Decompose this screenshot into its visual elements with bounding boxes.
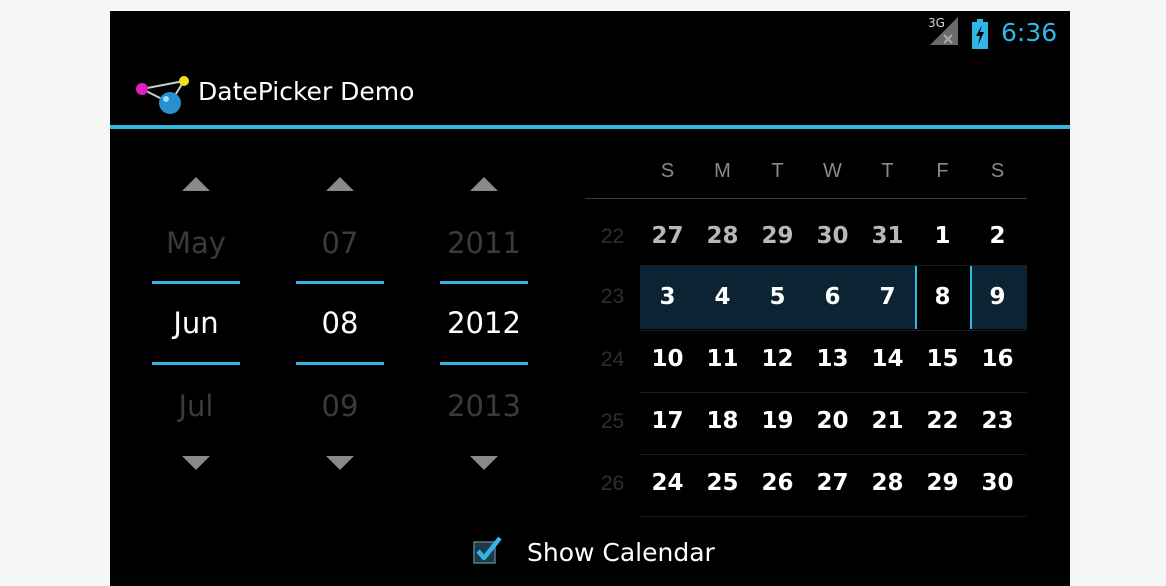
day-cell[interactable]: 20 <box>805 408 860 434</box>
day-cell[interactable]: 12 <box>750 346 805 372</box>
month-selection-divider-top <box>152 281 240 284</box>
day-cell[interactable]: 2 <box>970 223 1025 249</box>
year-selection-divider-bottom <box>440 362 528 365</box>
day-cell[interactable]: 3 <box>640 284 695 310</box>
clock: 6:36 <box>1001 18 1058 47</box>
month-increment-arrow-icon[interactable] <box>182 177 210 191</box>
day-cell[interactable]: 4 <box>695 284 750 310</box>
day-cell[interactable]: 27 <box>805 470 860 496</box>
weekday-header: S M T W T F S <box>640 148 1027 196</box>
battery-charging-icon <box>972 19 988 49</box>
day-cell[interactable]: 28 <box>860 470 915 496</box>
weekday-label: T <box>881 160 894 182</box>
day-cell[interactable]: 25 <box>695 470 750 496</box>
year-decrement-arrow-icon[interactable] <box>470 456 498 470</box>
weekday-label: S <box>990 160 1005 182</box>
day-cell[interactable]: 28 <box>695 223 750 249</box>
month-current-value[interactable]: Jun <box>152 306 240 340</box>
checkbox-checked-icon[interactable] <box>472 535 502 565</box>
day-previous-value[interactable]: 07 <box>296 226 384 260</box>
day-cell[interactable]: 31 <box>860 223 915 249</box>
year-next-value[interactable]: 2013 <box>440 389 528 423</box>
day-cell[interactable]: 21 <box>860 408 915 434</box>
day-cell[interactable]: 26 <box>750 470 805 496</box>
month-selection-divider-bottom <box>152 362 240 365</box>
day-cell[interactable]: 24 <box>640 470 695 496</box>
day-cell[interactable]: 17 <box>640 408 695 434</box>
weekday-label: T <box>771 160 784 182</box>
app-molecule-icon <box>136 76 189 114</box>
day-cell-selected[interactable]: 8 <box>915 284 970 310</box>
week-row-divider <box>640 454 1027 455</box>
month-previous-value[interactable]: May <box>152 226 240 260</box>
day-decrement-arrow-icon[interactable] <box>326 456 354 470</box>
day-increment-arrow-icon[interactable] <box>326 177 354 191</box>
year-selection-divider-top <box>440 281 528 284</box>
week-number: 24 <box>600 348 625 371</box>
day-cell[interactable]: 6 <box>805 284 860 310</box>
day-cell[interactable]: 5 <box>750 284 805 310</box>
day-cell[interactable]: 18 <box>695 408 750 434</box>
week-row-divider <box>640 330 1027 331</box>
day-cell[interactable]: 15 <box>915 346 970 372</box>
day-cell[interactable]: 16 <box>970 346 1025 372</box>
weekday-header-divider <box>585 198 1027 199</box>
day-cell[interactable]: 10 <box>640 346 695 372</box>
day-current-value[interactable]: 08 <box>296 306 384 340</box>
status-bar: 3G 6:36 <box>110 11 1070 57</box>
month-decrement-arrow-icon[interactable] <box>182 456 210 470</box>
day-cell[interactable]: 22 <box>915 408 970 434</box>
action-bar-divider <box>110 125 1070 129</box>
action-bar: DatePicker Demo <box>110 57 1070 125</box>
app-title: DatePicker Demo <box>198 77 415 106</box>
year-previous-value[interactable]: 2011 <box>440 226 528 260</box>
week-number: 26 <box>600 472 625 495</box>
day-cell[interactable]: 23 <box>970 408 1025 434</box>
day-spinner[interactable]: 07 08 09 <box>296 161 384 481</box>
month-spinner[interactable]: May Jun Jul <box>152 161 240 481</box>
day-cell[interactable]: 1 <box>915 223 970 249</box>
week-row-divider <box>640 265 1027 266</box>
year-increment-arrow-icon[interactable] <box>470 177 498 191</box>
week-number: 25 <box>600 410 625 433</box>
device-screen: 3G 6:36 DatePicker Demo May Jun Jul 07 0… <box>110 11 1070 586</box>
day-cell[interactable]: 13 <box>805 346 860 372</box>
week-number: 22 <box>600 225 625 248</box>
day-cell[interactable]: 14 <box>860 346 915 372</box>
day-cell[interactable]: 27 <box>640 223 695 249</box>
day-selection-divider-top <box>296 281 384 284</box>
week-number: 23 <box>600 285 625 308</box>
day-cell[interactable]: 7 <box>860 284 915 310</box>
show-calendar-label[interactable]: Show Calendar <box>527 538 715 567</box>
day-next-value[interactable]: 09 <box>296 389 384 423</box>
weekday-label: S <box>660 160 675 182</box>
day-cell[interactable]: 29 <box>915 470 970 496</box>
show-calendar-checkbox[interactable]: Show Calendar <box>472 532 772 572</box>
weekday-label: W <box>823 160 842 182</box>
network-type-label: 3G <box>928 16 945 30</box>
day-cell[interactable]: 9 <box>970 284 1025 310</box>
calendar-view[interactable]: S M T W T F S 22 27 28 29 30 31 1 2 23 3… <box>585 148 1027 520</box>
day-cell[interactable]: 29 <box>750 223 805 249</box>
day-cell[interactable]: 30 <box>805 223 860 249</box>
day-cell[interactable]: 19 <box>750 408 805 434</box>
day-cell[interactable]: 30 <box>970 470 1025 496</box>
day-selection-divider-bottom <box>296 362 384 365</box>
year-spinner[interactable]: 2011 2012 2013 <box>440 161 528 481</box>
month-next-value[interactable]: Jul <box>152 389 240 423</box>
day-cell[interactable]: 11 <box>695 346 750 372</box>
week-row-divider <box>640 392 1027 393</box>
weekday-label: F <box>936 160 949 182</box>
week-row-divider <box>640 516 1027 517</box>
weekday-label: M <box>714 160 731 182</box>
year-current-value[interactable]: 2012 <box>440 306 528 340</box>
